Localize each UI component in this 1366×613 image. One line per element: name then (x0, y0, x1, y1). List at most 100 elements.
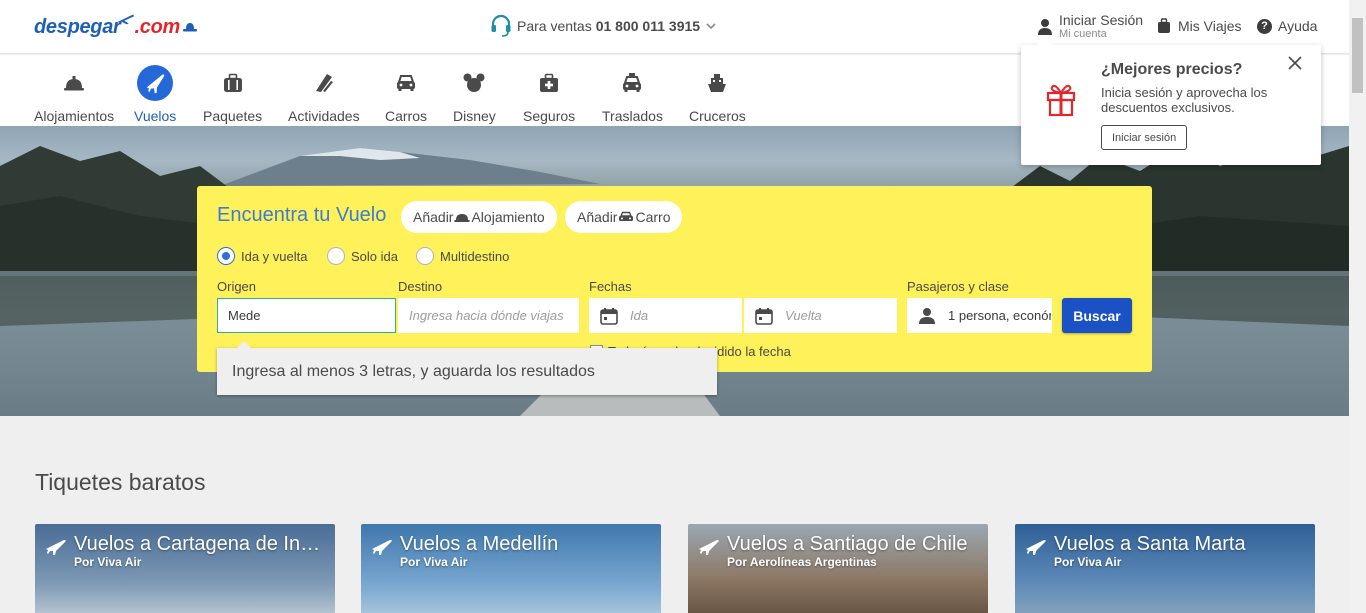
calendar-icon (600, 307, 618, 325)
search-button[interactable]: Buscar (1062, 298, 1132, 333)
sales-phone-number: 01 800 011 3915 (595, 18, 701, 34)
mickey-icon (456, 65, 492, 101)
nav-label: Actividades (288, 108, 360, 124)
passengers-input[interactable]: 1 persona, económica (907, 298, 1052, 333)
deal-card-cartagena[interactable]: Vuelos a Cartagena de Indias Por Viva Ai… (35, 524, 335, 613)
sales-label: Para ventas (517, 18, 592, 34)
logo-hat-icon (183, 23, 198, 32)
close-icon[interactable] (1288, 56, 1302, 70)
radio[interactable] (416, 247, 434, 265)
person-icon (919, 307, 935, 324)
nav-label: Disney (453, 108, 496, 124)
account-sublabel: Mi cuenta (1059, 28, 1107, 40)
scrollbar-thumb[interactable] (1352, 18, 1363, 93)
plane-icon (699, 540, 719, 555)
cruise-icon (699, 65, 735, 101)
nav-item-disney[interactable]: Disney (453, 65, 496, 124)
add-car-label: Carro (635, 209, 671, 225)
nav-item-seguros[interactable]: Seguros (523, 65, 575, 124)
deal-title: Vuelos a Santiago de Chile (727, 533, 968, 555)
return-date-input[interactable]: Vuelta (744, 298, 897, 333)
destination-input[interactable]: Ingresa hacia dónde viajas (398, 298, 579, 333)
car-icon (619, 211, 634, 221)
nav-item-carros[interactable]: Carros (385, 65, 427, 124)
trip-type-label: Multidestino (440, 248, 510, 264)
deal-airline: Por Viva Air (74, 555, 142, 569)
plane-icon (1026, 540, 1046, 555)
hotel-bell-icon (56, 65, 92, 101)
taxi-icon (614, 65, 650, 101)
origin-input[interactable]: Mede (217, 298, 396, 333)
origin-hint-tooltip: Ingresa al menos 3 letras, y aguarda los… (217, 341, 717, 395)
deal-airline: Por Aerolíneas Argentinas (727, 555, 877, 569)
trip-type-roundtrip[interactable]: Ida y vuelta (217, 247, 308, 265)
nav-label: Paquetes (203, 108, 263, 124)
deal-card-santiago[interactable]: Vuelos a Santiago de Chile Por Aerolínea… (688, 524, 988, 613)
help-link[interactable]: ? Ayuda (1257, 18, 1317, 34)
destination-label: Destino (398, 279, 443, 294)
nav-label: Vuelos (134, 108, 177, 124)
section-title: Tiquetes baratos (35, 469, 206, 495)
deal-title: Vuelos a Medellín (400, 533, 559, 555)
nav-item-cruceros[interactable]: Cruceros (689, 65, 746, 124)
account-menu[interactable]: Iniciar Sesión Mi cuenta (1037, 12, 1143, 40)
trip-type-multidestination[interactable]: Multidestino (416, 247, 509, 265)
add-hotel-button[interactable]: Añadir Alojamiento (401, 201, 557, 233)
insurance-icon (531, 65, 567, 101)
deal-card-medellin[interactable]: Vuelos a Medellín Por Viva Air (361, 524, 661, 613)
nav-label: Traslados (602, 108, 663, 124)
nav-item-paquetes[interactable]: Paquetes (203, 65, 262, 124)
logo-text-b: .com (134, 15, 181, 38)
flight-search-box: Encuentra tu Vuelo Añadir Alojamiento Añ… (197, 186, 1152, 372)
radio[interactable] (327, 247, 345, 265)
add-car-button[interactable]: Añadir Carro (565, 201, 683, 233)
page: despegar .com Para ventas 01 800 011 391… (0, 0, 1366, 613)
my-trips-link[interactable]: Mis Viajes (1157, 18, 1242, 34)
origin-hint-text: Ingresa al menos 3 letras, y aguarda los… (232, 362, 595, 380)
hotel-bell-icon (454, 214, 470, 222)
origin-value: Mede (228, 308, 261, 323)
popup-title: ¿Mejores precios? (1101, 61, 1243, 78)
plane-icon (372, 540, 392, 555)
calendar-icon (755, 307, 773, 325)
luggage-icon (1158, 18, 1170, 33)
add-car-prefix: Añadir (577, 209, 618, 225)
nav-item-vuelos[interactable]: Vuelos (134, 65, 176, 124)
plane-icon (137, 65, 174, 101)
chevron-down-icon (706, 23, 716, 30)
trip-type-label: Ida y vuelta (241, 248, 308, 264)
gift-icon (1046, 84, 1076, 117)
nav-label: Alojamientos (34, 108, 115, 124)
my-trips-label: Mis Viajes (1178, 18, 1242, 34)
radio-selected[interactable] (217, 247, 235, 265)
trip-type-oneway[interactable]: Solo ida (327, 247, 398, 265)
popup-body: Inicia sesión y aprovecha los descuentos… (1101, 85, 1268, 115)
nav-label: Seguros (523, 108, 576, 124)
popup-login-button[interactable]: Iniciar sesión (1101, 125, 1188, 150)
help-icon: ? (1257, 18, 1272, 34)
account-text: Iniciar Sesión Mi cuenta (1059, 12, 1143, 40)
activities-icon (306, 65, 342, 101)
sales-phone[interactable]: Para ventas 01 800 011 3915 (490, 14, 716, 38)
logo[interactable]: despegar .com (34, 12, 198, 42)
depart-date-input[interactable]: Ida (589, 298, 742, 333)
destination-placeholder: Ingresa hacia dónde viajas (409, 308, 564, 323)
trip-type-label: Solo ida (351, 248, 398, 264)
add-hotel-prefix: Añadir (413, 209, 454, 225)
nav-item-traslados[interactable]: Traslados (602, 65, 663, 124)
headset-icon (491, 14, 511, 37)
origin-label: Origen (217, 279, 257, 294)
search-title: Encuentra tu Vuelo (217, 204, 387, 226)
plane-icon (46, 540, 66, 555)
add-hotel-label: Alojamiento (471, 209, 545, 225)
car-icon (388, 65, 424, 101)
deal-card-santa-marta[interactable]: Vuelos a Santa Marta Por Viva Air (1015, 524, 1315, 613)
logo-text-a: despegar (34, 15, 121, 38)
logo-plane-icon (117, 14, 134, 25)
nav-item-alojamientos[interactable]: Alojamientos (34, 65, 114, 124)
return-placeholder: Vuelta (785, 308, 822, 323)
deal-airline: Por Viva Air (1054, 555, 1122, 569)
login-promo-popup: ¿Mejores precios? Inicia sesión y aprove… (1021, 37, 1321, 165)
page-scrollbar[interactable] (1349, 0, 1366, 613)
nav-item-actividades[interactable]: Actividades (288, 65, 360, 124)
